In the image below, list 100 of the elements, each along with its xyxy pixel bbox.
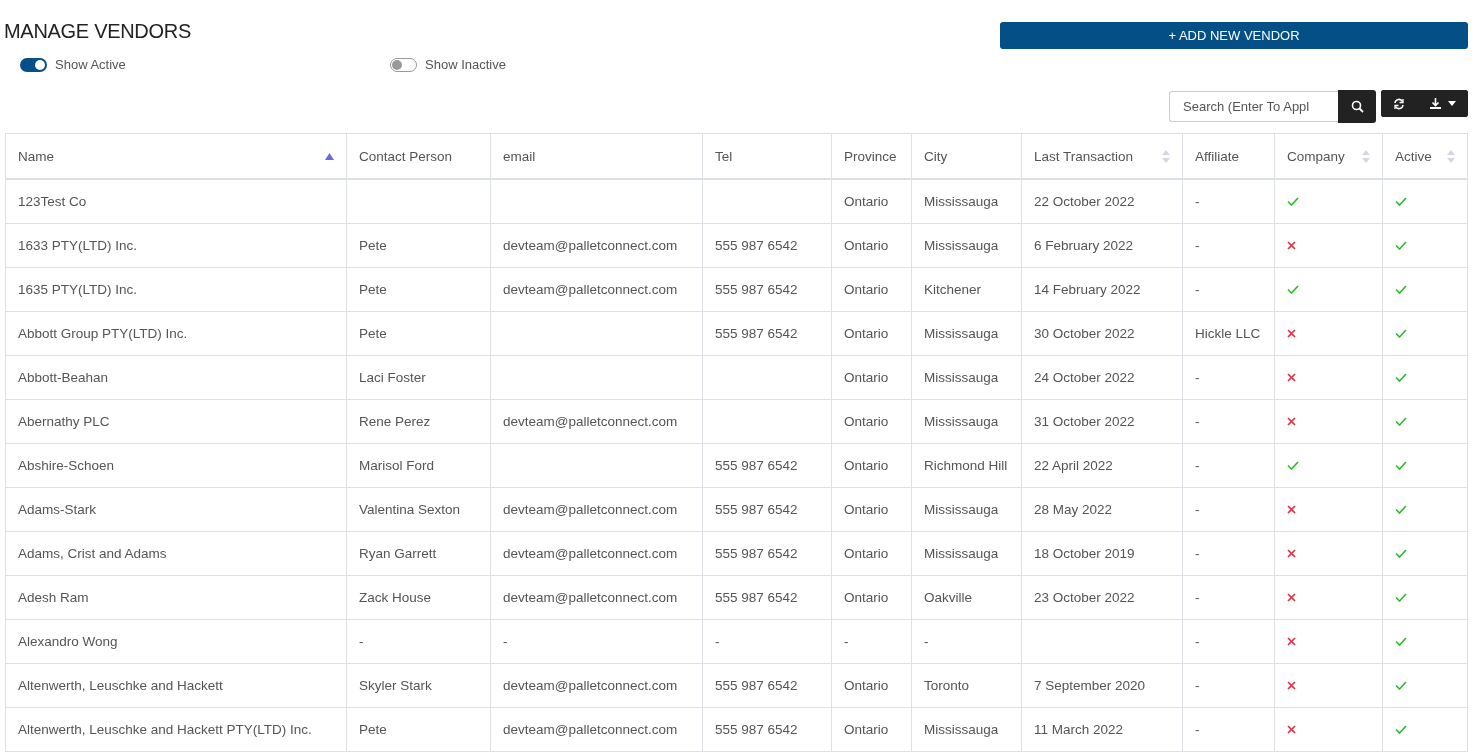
table-cell: devteam@palletconnect.com	[490, 663, 703, 708]
table-cell: Mississauga	[911, 223, 1022, 268]
table-cell: Mississauga	[911, 179, 1022, 224]
table-cell: Mississauga	[911, 355, 1022, 400]
header-label: Company	[1287, 148, 1345, 164]
table-cell: 22 April 2022	[1021, 443, 1183, 488]
table-cell: Abshire-Schoen	[5, 443, 347, 488]
table-cell: -	[1182, 399, 1275, 444]
table-cell: 555 987 6542	[702, 707, 832, 752]
search-field[interactable]: Search (Enter To Appl	[1169, 91, 1338, 122]
search-button[interactable]	[1338, 90, 1376, 123]
table-cell: Adams, Crist and Adams	[5, 531, 347, 576]
table-cell: 11 March 2022	[1021, 707, 1183, 752]
table-cell: 18 October 2019	[1021, 531, 1183, 576]
table-cell: devteam@palletconnect.com	[490, 531, 703, 576]
table-cell: 123Test Co	[5, 179, 347, 224]
table-cell: Mississauga	[911, 311, 1022, 356]
table-cell: 555 987 6542	[702, 663, 832, 708]
table-cell: 22 October 2022	[1021, 179, 1183, 224]
column-header[interactable]: Active	[1382, 133, 1468, 179]
table-cell: -	[1182, 267, 1275, 312]
table-cell: Ontario	[831, 707, 912, 752]
table-cell: -	[831, 619, 912, 664]
table-cell: -	[1182, 443, 1275, 488]
table-cell: Ontario	[831, 179, 912, 224]
table-cell: Adesh Ram	[5, 575, 347, 620]
table-cell: 1633 PTY(LTD) Inc.	[5, 223, 347, 268]
table-cell: Mississauga	[911, 531, 1022, 576]
toggle-switch[interactable]: Show Active	[20, 57, 390, 72]
table-cell: Rene Perez	[346, 399, 491, 444]
table-cell: 555 987 6542	[702, 487, 832, 532]
header-label: Affiliate	[1195, 148, 1240, 164]
table-cell: Richmond Hill	[911, 443, 1022, 488]
table-cell: Abbott Group PTY(LTD) Inc.	[5, 311, 347, 356]
table-cell: -	[1182, 707, 1275, 752]
table-cell: Oakville	[911, 575, 1022, 620]
switch-track[interactable]	[20, 57, 47, 72]
header-label: Province	[844, 148, 897, 164]
table-cell: Alexandro Wong	[5, 619, 347, 664]
table-cell: 6 February 2022	[1021, 223, 1183, 268]
table-cell: 555 987 6542	[702, 311, 832, 356]
table-cell: 31 October 2022	[1021, 399, 1183, 444]
header-label: Name	[18, 148, 54, 164]
table-cell: Pete	[346, 267, 491, 312]
add-vendor-button[interactable]: + ADD NEW VENDOR	[1000, 22, 1468, 49]
column-header[interactable]: Company	[1274, 133, 1383, 179]
table-cell: -	[346, 619, 491, 664]
table-cell: Ontario	[831, 399, 912, 444]
table-cell: -	[1182, 531, 1275, 576]
toggle-switch[interactable]: Show Inactive	[390, 57, 760, 72]
table-cell: -	[1182, 663, 1275, 708]
table-cell: Abbott-Beahan	[5, 355, 347, 400]
table-cell: Zack House	[346, 575, 491, 620]
header-label: email	[503, 148, 536, 164]
table-cell: Ontario	[831, 267, 912, 312]
table-cell: -	[1182, 487, 1275, 532]
toggle-label: Show Inactive	[425, 57, 506, 72]
table-cell: Pete	[346, 311, 491, 356]
table-cell: Laci Foster	[346, 355, 491, 400]
sort-ascending-icon[interactable]	[325, 152, 334, 160]
table-cell: devteam@palletconnect.com	[490, 707, 703, 752]
table-cell: Hickle LLC	[1182, 311, 1275, 356]
table-cell: -	[1182, 575, 1275, 620]
table-cell: -	[702, 619, 832, 664]
table-cell: Mississauga	[911, 707, 1022, 752]
table-cell: Ontario	[831, 663, 912, 708]
table-cell: Adams-Stark	[5, 487, 347, 532]
table-cell: Ontario	[831, 575, 912, 620]
column-header[interactable]: Name	[5, 133, 347, 179]
table-cell: Mississauga	[911, 487, 1022, 532]
header-label: Tel	[715, 148, 733, 164]
table-cell: Marisol Ford	[346, 443, 491, 488]
table-cell: Abernathy PLC	[5, 399, 347, 444]
table-cell: -	[911, 619, 1022, 664]
table-cell: devteam@palletconnect.com	[490, 267, 703, 312]
table-cell: Ontario	[831, 355, 912, 400]
table-cell: 555 987 6542	[702, 267, 832, 312]
header-label: Active	[1395, 148, 1432, 164]
table-cell: 14 February 2022	[1021, 267, 1183, 312]
table-cell: devteam@palletconnect.com	[490, 575, 703, 620]
search-icon	[1350, 100, 1364, 113]
toggle-label: Show Active	[55, 57, 126, 72]
table-cell: Ontario	[831, 443, 912, 488]
table-cell: -	[1182, 355, 1275, 400]
refresh-icon	[1393, 97, 1405, 110]
table-cell: 1635 PTY(LTD) Inc.	[5, 267, 347, 312]
column-header[interactable]: Last Transaction	[1021, 133, 1183, 179]
table-cell: Altenwerth, Leuschke and Hackett	[5, 663, 347, 708]
download-icon	[1429, 97, 1442, 110]
table-cell: devteam@palletconnect.com	[490, 399, 703, 444]
table-cell: 555 987 6542	[702, 531, 832, 576]
table-cell: 555 987 6542	[702, 223, 832, 268]
table-cell: 555 987 6542	[702, 443, 832, 488]
table-cell: Pete	[346, 707, 491, 752]
table-cell: devteam@palletconnect.com	[490, 223, 703, 268]
switch-track[interactable]	[390, 57, 417, 72]
table-cell: 555 987 6542	[702, 575, 832, 620]
header-label: Contact Person	[359, 148, 453, 164]
table-cell: -	[1182, 223, 1275, 268]
header-label: City	[924, 148, 948, 164]
